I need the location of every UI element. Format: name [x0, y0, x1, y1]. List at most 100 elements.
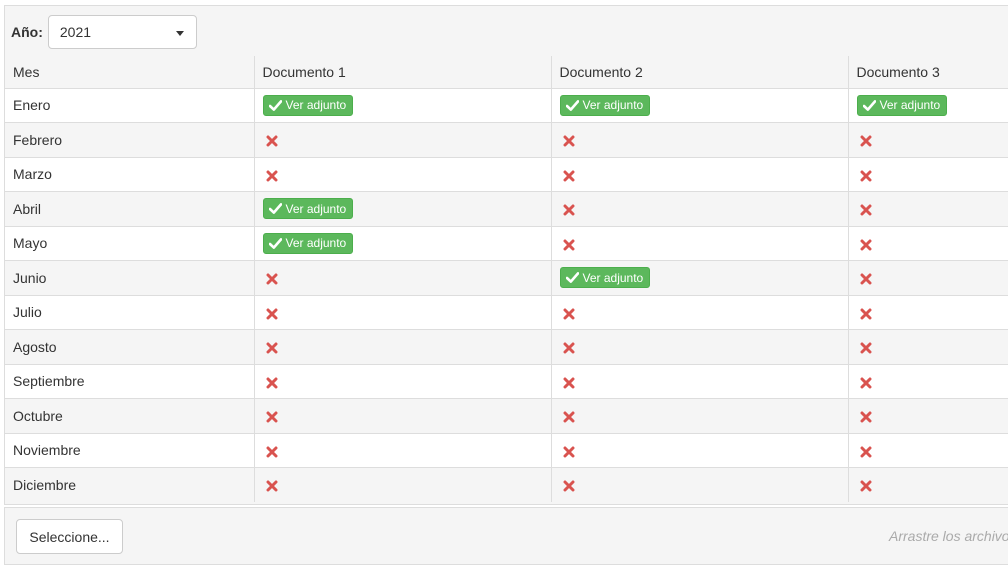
month-cell: Abril — [5, 191, 254, 226]
document-1-cell — [253, 294, 551, 330]
month-cell: Febrero — [5, 122, 254, 157]
times-icon — [860, 135, 871, 147]
view-attachment-button[interactable]: Ver adjunto — [262, 232, 354, 254]
times-icon — [860, 411, 871, 423]
view-attachment-label: Ver adjunto — [879, 98, 941, 113]
year-select[interactable]: 2021 — [47, 15, 197, 49]
table-row: Junio Ver adjunto — [5, 260, 1008, 295]
view-attachment-button[interactable]: Ver adjunto — [559, 94, 651, 116]
table-header-row: Mes Documento 1 Documento 2 Documento 3 — [5, 56, 1008, 89]
document-2-cell — [550, 329, 848, 364]
document-1-cell: Ver adjunto — [253, 191, 551, 226]
times-icon — [266, 446, 277, 458]
times-icon — [563, 239, 574, 251]
document-2-cell — [550, 432, 848, 468]
times-icon — [860, 377, 871, 389]
document-3-cell — [847, 260, 1008, 295]
document-1-cell — [253, 363, 551, 399]
month-cell: Junio — [5, 260, 254, 295]
document-1-cell — [253, 467, 551, 502]
document-2-cell — [550, 398, 848, 433]
table-row: Diciembre — [5, 467, 1008, 502]
times-icon — [860, 480, 871, 492]
year-filter: Año: 2021 — [11, 15, 197, 49]
document-3-cell — [847, 122, 1008, 157]
document-2-cell — [550, 156, 848, 192]
month-cell: Septiembre — [5, 363, 254, 399]
times-icon — [860, 204, 871, 216]
document-1-cell — [253, 432, 551, 468]
table-row: Noviembre — [5, 432, 1008, 468]
header-document-1: Documento 1 — [253, 56, 551, 89]
document-3-cell — [847, 294, 1008, 330]
document-3-cell — [847, 329, 1008, 364]
document-1-cell: Ver adjunto — [253, 87, 551, 123]
view-attachment-button[interactable]: Ver adjunto — [262, 198, 354, 220]
document-2-cell — [550, 191, 848, 226]
document-3-cell — [847, 156, 1008, 192]
document-2-cell — [550, 294, 848, 330]
document-3-cell — [847, 467, 1008, 502]
view-attachment-label: Ver adjunto — [285, 236, 347, 251]
month-cell: Enero — [5, 87, 254, 123]
month-cell: Julio — [5, 294, 254, 330]
times-icon — [860, 308, 871, 320]
check-icon — [565, 99, 579, 111]
view-attachment-button[interactable]: Ver adjunto — [856, 94, 948, 116]
table-row: Septiembre — [5, 363, 1008, 399]
document-1-cell — [253, 122, 551, 157]
document-3-cell — [847, 191, 1008, 226]
select-files-button[interactable]: Seleccione... — [16, 519, 123, 554]
month-cell: Octubre — [5, 398, 254, 433]
document-3-cell — [847, 398, 1008, 433]
document-1-cell — [253, 398, 551, 433]
table-row: Marzo — [5, 156, 1008, 192]
month-cell: Marzo — [5, 156, 254, 192]
document-2-cell — [550, 225, 848, 261]
document-1-cell — [253, 260, 551, 295]
times-icon — [563, 342, 574, 354]
times-icon — [266, 273, 277, 285]
check-icon — [268, 99, 282, 111]
table-row: Febrero — [5, 122, 1008, 157]
times-icon — [266, 411, 277, 423]
document-1-cell — [253, 156, 551, 192]
times-icon — [563, 204, 574, 216]
times-icon — [860, 239, 871, 251]
table-row: Abril Ver adjunto — [5, 191, 1008, 226]
table-row: Octubre — [5, 398, 1008, 433]
times-icon — [860, 342, 871, 354]
view-attachment-button[interactable]: Ver adjunto — [559, 267, 651, 289]
times-icon — [266, 480, 277, 492]
header-month: Mes — [5, 56, 254, 89]
upload-bar: Seleccione... Arrastre los archivos — [4, 507, 1008, 565]
documents-panel: Año: 2021 Mes Documento 1 Documento 2 Do… — [4, 5, 1008, 505]
document-2-cell — [550, 363, 848, 399]
times-icon — [563, 308, 574, 320]
times-icon — [266, 377, 277, 389]
document-3-cell — [847, 225, 1008, 261]
document-2-cell: Ver adjunto — [550, 260, 848, 295]
times-icon — [266, 342, 277, 354]
document-1-cell: Ver adjunto — [253, 225, 551, 261]
drop-zone-hint: Arrastre los archivos — [889, 528, 1008, 544]
view-attachment-label: Ver adjunto — [582, 270, 644, 285]
year-label: Año: — [11, 24, 43, 40]
table-row: Julio — [5, 294, 1008, 330]
view-attachment-label: Ver adjunto — [582, 98, 644, 113]
header-document-2: Documento 2 — [550, 56, 848, 89]
times-icon — [860, 446, 871, 458]
table-row: Enero Ver adjunto Ver adjunto Ver adjunto — [5, 87, 1008, 123]
header-document-3: Documento 3 — [847, 56, 1008, 89]
documents-table: Mes Documento 1 Documento 2 Documento 3 … — [5, 56, 1008, 502]
times-icon — [860, 170, 871, 182]
check-icon — [268, 237, 282, 249]
view-attachment-button[interactable]: Ver adjunto — [262, 94, 354, 116]
times-icon — [266, 308, 277, 320]
times-icon — [266, 170, 277, 182]
document-3-cell: Ver adjunto — [847, 87, 1008, 123]
month-cell: Mayo — [5, 225, 254, 261]
times-icon — [563, 480, 574, 492]
view-attachment-label: Ver adjunto — [285, 98, 347, 113]
times-icon — [563, 411, 574, 423]
